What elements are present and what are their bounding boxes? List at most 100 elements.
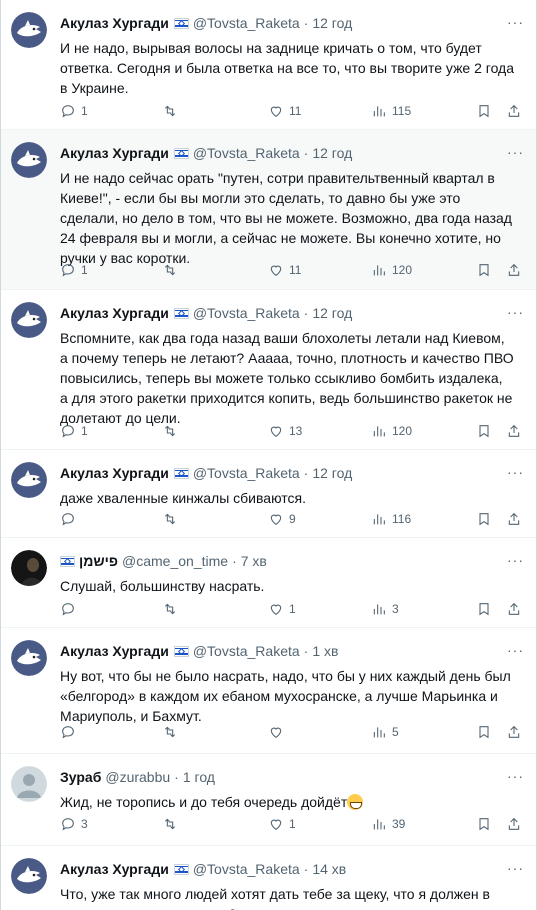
display-name[interactable]: Акулаз Хургади [60, 304, 169, 322]
bookmark-button[interactable] [476, 724, 492, 740]
views-icon [373, 727, 385, 738]
tweet-text: Слушай, большинству насрать. [60, 578, 265, 594]
more-icon[interactable]: ··· [507, 304, 524, 320]
more-icon[interactable]: ··· [507, 144, 524, 160]
views-button[interactable]: 5 [371, 724, 399, 740]
display-name[interactable]: Зураб [60, 768, 101, 786]
retweet-button[interactable] [162, 423, 183, 439]
reply-icon [62, 726, 74, 739]
bookmark-button[interactable] [476, 262, 492, 278]
reply-button[interactable]: 1 [60, 423, 88, 439]
reply-button[interactable]: 1 [60, 262, 88, 278]
more-icon[interactable]: ··· [507, 768, 524, 784]
timestamp[interactable]: 12 год [312, 464, 352, 482]
share-button[interactable] [506, 511, 522, 527]
user-handle[interactable]: @Tovsta_Raketa [193, 860, 300, 878]
reply-button[interactable] [60, 511, 81, 527]
tweet[interactable]: Акулаз Хургади @Tovsta_Raketa · 12 год ·… [1, 0, 536, 130]
retweet-button[interactable] [162, 511, 183, 527]
bookmark-icon [479, 425, 489, 438]
like-button[interactable]: 9 [268, 511, 296, 527]
share-button[interactable] [506, 103, 522, 119]
avatar[interactable] [11, 766, 47, 802]
tweet[interactable]: Акулаз Хургади @Tovsta_Raketa · 14 хв ··… [1, 846, 536, 910]
bookmark-button[interactable] [476, 103, 492, 119]
views-button[interactable]: 3 [371, 601, 399, 617]
reply-button[interactable]: 3 [60, 816, 88, 832]
avatar[interactable] [11, 858, 47, 894]
views-button[interactable]: 120 [371, 423, 412, 439]
like-button[interactable] [268, 724, 289, 740]
timestamp[interactable]: 1 год [183, 768, 215, 786]
more-icon[interactable]: ··· [507, 14, 524, 30]
bookmark-button[interactable] [476, 511, 492, 527]
bookmark-button[interactable] [476, 423, 492, 439]
share-button[interactable] [506, 423, 522, 439]
more-icon[interactable]: ··· [507, 860, 524, 876]
user-handle[interactable]: @came_on_time [122, 552, 228, 570]
share-button[interactable] [506, 816, 522, 832]
tweet[interactable]: פישמן @came_on_time · 7 хв ··· Слушай, б… [1, 538, 536, 628]
timestamp[interactable]: 7 хв [241, 552, 267, 570]
views-button[interactable]: 116 [371, 511, 411, 527]
display-name[interactable]: פישמן [79, 552, 118, 570]
display-name[interactable]: Акулаз Хургади [60, 860, 169, 878]
user-handle[interactable]: @Tovsta_Raketa [193, 14, 300, 32]
timestamp[interactable]: 12 год [312, 14, 352, 32]
display-name[interactable]: Акулаз Хургади [60, 14, 169, 32]
like-button[interactable]: 13 [268, 423, 302, 439]
share-button[interactable] [506, 724, 522, 740]
israel-flag-icon [173, 307, 189, 319]
retweet-button[interactable] [162, 601, 183, 617]
like-button[interactable]: 11 [268, 262, 301, 278]
share-button[interactable] [506, 262, 522, 278]
avatar[interactable] [11, 12, 47, 48]
retweet-button[interactable] [162, 103, 183, 119]
retweet-button[interactable] [162, 816, 183, 832]
views-count: 115 [392, 104, 412, 118]
share-icon [508, 602, 520, 615]
bookmark-button[interactable] [476, 601, 492, 617]
views-button[interactable]: 115 [371, 103, 411, 119]
user-handle[interactable]: @Tovsta_Raketa [193, 144, 300, 162]
display-name[interactable]: Акулаз Хургади [60, 144, 169, 162]
reply-button[interactable] [60, 724, 81, 740]
tweet[interactable]: Зураб @zurabbu · 1 год ··· Жид, не тороп… [1, 754, 536, 846]
more-icon[interactable]: ··· [507, 552, 524, 568]
like-icon [270, 727, 282, 738]
reply-button[interactable]: 1 [60, 103, 88, 119]
display-name[interactable]: Акулаз Хургади [60, 642, 169, 660]
more-icon[interactable]: ··· [507, 642, 524, 658]
retweet-button[interactable] [162, 724, 183, 740]
like-button[interactable]: 1 [268, 816, 296, 832]
user-handle[interactable]: @Tovsta_Raketa [193, 642, 300, 660]
bookmark-icon [479, 264, 489, 277]
tweet[interactable]: Акулаз Хургади @Tovsta_Raketa · 1 хв ···… [1, 628, 536, 754]
timestamp[interactable]: 12 год [312, 304, 352, 322]
avatar[interactable] [11, 142, 47, 178]
tweet[interactable]: Акулаз Хургади @Tovsta_Raketa · 12 год ·… [1, 130, 536, 290]
views-button[interactable]: 39 [371, 816, 405, 832]
timestamp[interactable]: 1 хв [312, 642, 338, 660]
tweet-header: Акулаз Хургади @Tovsta_Raketa · 12 год [60, 464, 496, 482]
display-name[interactable]: Акулаз Хургади [60, 464, 169, 482]
avatar[interactable] [11, 640, 47, 676]
avatar[interactable] [11, 462, 47, 498]
user-handle[interactable]: @Tovsta_Raketa [193, 304, 300, 322]
tweet[interactable]: Акулаз Хургади @Tovsta_Raketa · 12 год ·… [1, 450, 536, 538]
timestamp[interactable]: 14 хв [312, 860, 346, 878]
more-icon[interactable]: ··· [507, 464, 524, 480]
user-handle[interactable]: @Tovsta_Raketa [193, 464, 300, 482]
retweet-button[interactable] [162, 262, 183, 278]
bookmark-button[interactable] [476, 816, 492, 832]
views-button[interactable]: 120 [371, 262, 412, 278]
like-button[interactable]: 11 [268, 103, 301, 119]
share-button[interactable] [506, 601, 522, 617]
reply-button[interactable] [60, 601, 81, 617]
avatar[interactable] [11, 550, 47, 586]
timestamp[interactable]: 12 год [312, 144, 352, 162]
user-handle[interactable]: @zurabbu [105, 768, 170, 786]
tweet[interactable]: Акулаз Хургади @Tovsta_Raketa · 12 год ·… [1, 290, 536, 450]
like-button[interactable]: 1 [268, 601, 296, 617]
avatar[interactable] [11, 302, 47, 338]
